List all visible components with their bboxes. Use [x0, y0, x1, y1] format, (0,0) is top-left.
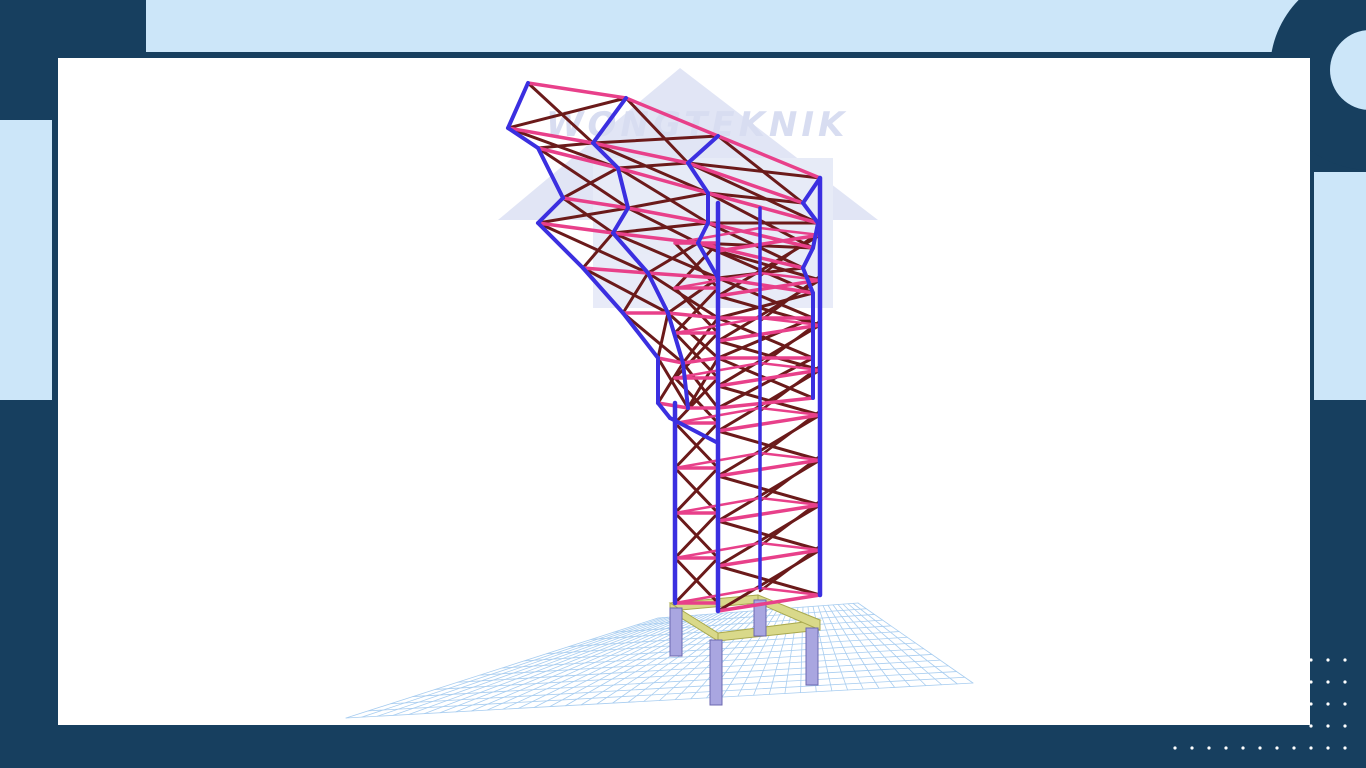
- decor-dot: [1326, 680, 1330, 684]
- decor-dot: [1292, 746, 1296, 750]
- brace: [656, 311, 670, 360]
- watermark-text: WONGTEKNIK: [546, 105, 848, 145]
- decor-dot: [1190, 746, 1194, 750]
- decor-dot: [1343, 724, 1347, 728]
- brace: [716, 474, 822, 507]
- structure-canvas: WONGTEKNIK: [58, 58, 1310, 725]
- decor-dot: [1343, 658, 1347, 662]
- decor-dot: [1275, 746, 1279, 750]
- decor-dot: [1343, 702, 1347, 706]
- decor-dot: [1309, 702, 1313, 706]
- decor-dot: [1309, 680, 1313, 684]
- column: [506, 81, 530, 130]
- decor-dot: [1309, 658, 1313, 662]
- dot-pattern-decoration: [1173, 658, 1347, 750]
- decor-dot: [1207, 746, 1211, 750]
- grid-line: [457, 654, 933, 683]
- decor-dot: [1173, 746, 1177, 750]
- decor-dot: [1258, 746, 1262, 750]
- right-light-band: [1314, 172, 1366, 400]
- slide-frame: WONGTEKNIK: [0, 0, 1366, 768]
- decor-dot: [1224, 746, 1228, 750]
- decor-dot: [1326, 746, 1330, 750]
- beam: [681, 356, 720, 365]
- decor-dot: [1326, 658, 1330, 662]
- decor-dot: [1309, 746, 1313, 750]
- column: [621, 311, 660, 360]
- top-light-band: [146, 0, 1366, 52]
- decor-dot: [1309, 724, 1313, 728]
- steel-tower-3d-model: WONGTEKNIK: [345, 68, 974, 719]
- decor-dot: [1343, 680, 1347, 684]
- ground-grid: [345, 602, 974, 719]
- brace: [716, 564, 822, 597]
- pedestal: [709, 639, 723, 706]
- left-light-band: [0, 120, 52, 400]
- decor-dot: [1326, 724, 1330, 728]
- decor-dot: [1343, 746, 1347, 750]
- pedestal: [669, 607, 683, 657]
- brace: [716, 429, 822, 462]
- decor-dot: [1241, 746, 1245, 750]
- decor-dot: [1326, 702, 1330, 706]
- brace: [716, 519, 822, 552]
- pedestal: [805, 627, 819, 686]
